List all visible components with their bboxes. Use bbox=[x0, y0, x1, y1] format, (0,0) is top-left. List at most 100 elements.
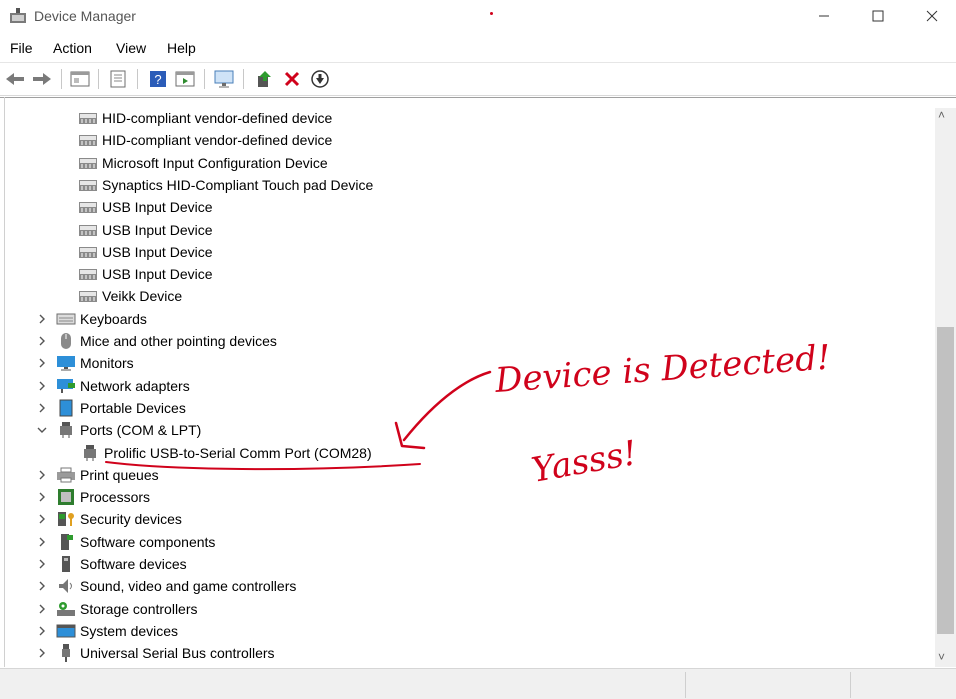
ports-icon bbox=[80, 444, 100, 462]
hid-icon bbox=[78, 109, 98, 127]
tree-category[interactable]: Security devices bbox=[56, 508, 182, 530]
close-icon bbox=[926, 10, 938, 22]
monitor-scan-icon bbox=[214, 70, 234, 88]
chevron-right-icon[interactable] bbox=[36, 313, 48, 325]
update-driver-icon bbox=[258, 71, 271, 87]
back-icon bbox=[6, 73, 24, 85]
scroll-up-icon[interactable]: ˄ bbox=[938, 108, 945, 122]
menu-view[interactable]: View bbox=[116, 40, 146, 56]
processor-icon bbox=[56, 488, 76, 506]
tree-item-hid-device[interactable]: USB Input Device bbox=[78, 241, 213, 263]
chevron-right-icon[interactable] bbox=[36, 402, 48, 414]
tree-item-label: Veikk Device bbox=[102, 288, 183, 304]
refresh-button[interactable] bbox=[108, 69, 128, 89]
tree-item-label: Print queues bbox=[80, 467, 159, 483]
printer-icon bbox=[56, 466, 76, 484]
tree-item-label: Software components bbox=[80, 534, 216, 550]
tree-item-hid-device[interactable]: USB Input Device bbox=[78, 196, 213, 218]
properties-button[interactable] bbox=[70, 69, 90, 89]
tree-category[interactable]: Software components bbox=[56, 531, 215, 553]
tree-item-label: Sound, video and game controllers bbox=[80, 578, 297, 594]
chevron-right-icon[interactable] bbox=[36, 513, 48, 525]
tree-item-label: Software devices bbox=[80, 556, 187, 572]
menu-file[interactable]: File bbox=[10, 40, 33, 56]
hid-icon bbox=[78, 287, 98, 305]
toolbar: ? bbox=[0, 62, 956, 96]
tree-category-ports[interactable]: Ports (COM & LPT) bbox=[56, 419, 201, 441]
scan-hardware-button[interactable] bbox=[214, 69, 234, 89]
tree-item-hid-device[interactable]: Veikk Device bbox=[78, 285, 182, 307]
tree-item-label: Network adapters bbox=[80, 378, 190, 394]
scrollbar-thumb[interactable] bbox=[937, 327, 954, 634]
tree-item-label: USB Input Device bbox=[102, 199, 213, 215]
sound-icon bbox=[56, 577, 76, 595]
tree-category[interactable]: Processors bbox=[56, 486, 150, 508]
disable-button[interactable] bbox=[310, 69, 330, 89]
tree-category[interactable]: Storage controllers bbox=[56, 598, 198, 620]
maximize-icon bbox=[872, 10, 884, 22]
back-button[interactable] bbox=[5, 69, 25, 89]
tree-category[interactable]: Universal Serial Bus controllers bbox=[56, 642, 275, 664]
tree-category[interactable]: Mice and other pointing devices bbox=[56, 330, 277, 352]
chevron-right-icon[interactable] bbox=[36, 647, 48, 659]
tree-item-hid-device[interactable]: USB Input Device bbox=[78, 219, 213, 241]
chevron-right-icon[interactable] bbox=[36, 491, 48, 503]
tree-item-label: USB Input Device bbox=[102, 222, 213, 238]
minimize-icon bbox=[819, 15, 829, 17]
minimize-button[interactable] bbox=[798, 0, 850, 32]
menu-action[interactable]: Action bbox=[53, 40, 92, 56]
chevron-right-icon[interactable] bbox=[36, 335, 48, 347]
tree-item-prolific-port[interactable]: Prolific USB-to-Serial Comm Port (COM28) bbox=[80, 442, 372, 464]
tree-category[interactable]: Keyboards bbox=[56, 308, 147, 330]
menu-help[interactable]: Help bbox=[167, 40, 196, 56]
chevron-right-icon[interactable] bbox=[36, 603, 48, 615]
tree-category[interactable]: Sound, video and game controllers bbox=[56, 575, 296, 597]
chevron-right-icon[interactable] bbox=[36, 469, 48, 481]
tree-item-label: USB Input Device bbox=[102, 244, 213, 260]
tree-item-label: Keyboards bbox=[80, 311, 147, 327]
tree-item-label: Monitors bbox=[80, 355, 134, 371]
device-manager-icon bbox=[10, 8, 26, 23]
tree-category[interactable]: Print queues bbox=[56, 464, 159, 486]
help-icon: ? bbox=[150, 71, 166, 87]
tree-item-label: Storage controllers bbox=[80, 601, 198, 617]
maximize-button[interactable] bbox=[852, 0, 904, 32]
help-button[interactable]: ? bbox=[148, 69, 168, 89]
scroll-down-icon[interactable]: ˅ bbox=[938, 650, 945, 664]
tree-item-label: Ports (COM & LPT) bbox=[80, 422, 202, 438]
refresh-icon bbox=[110, 70, 126, 88]
properties-icon bbox=[70, 71, 90, 87]
update-driver-button[interactable] bbox=[254, 69, 274, 89]
svg-text:?: ? bbox=[154, 72, 161, 87]
tree-item-label: HID-compliant vendor-defined device bbox=[102, 110, 333, 126]
tree-item-label: Prolific USB-to-Serial Comm Port (COM28) bbox=[104, 445, 372, 461]
menu-bar: File Action View Help bbox=[0, 36, 956, 62]
window-title: Device Manager bbox=[34, 8, 136, 24]
uninstall-button[interactable] bbox=[282, 69, 302, 89]
system-icon bbox=[56, 622, 76, 640]
forward-button[interactable] bbox=[32, 69, 52, 89]
chevron-right-icon[interactable] bbox=[36, 580, 48, 592]
tree-category[interactable]: System devices bbox=[56, 620, 178, 642]
close-button[interactable] bbox=[906, 0, 956, 32]
chevron-right-icon[interactable] bbox=[36, 536, 48, 548]
mouse-icon bbox=[56, 332, 76, 350]
storage-icon bbox=[56, 600, 76, 618]
tree-item-hid-device[interactable]: Synaptics HID-Compliant Touch pad Device bbox=[78, 174, 373, 196]
chevron-right-icon[interactable] bbox=[36, 380, 48, 392]
chevron-down-icon[interactable] bbox=[36, 424, 48, 436]
chevron-right-icon[interactable] bbox=[36, 558, 48, 570]
view-button[interactable] bbox=[175, 69, 195, 89]
tree-category[interactable]: Network adapters bbox=[56, 375, 190, 397]
tree-item-hid-device[interactable]: Microsoft Input Configuration Device bbox=[78, 152, 328, 174]
tree-item-label: USB Input Device bbox=[102, 266, 213, 282]
tree-category[interactable]: Portable Devices bbox=[56, 397, 186, 419]
chevron-right-icon[interactable] bbox=[36, 357, 48, 369]
tree-category[interactable]: Monitors bbox=[56, 352, 134, 374]
tree-category[interactable]: Software devices bbox=[56, 553, 187, 575]
tree-item-hid-device[interactable]: HID-compliant vendor-defined device bbox=[78, 129, 332, 151]
tree-item-hid-device[interactable]: HID-compliant vendor-defined device bbox=[78, 107, 332, 129]
forward-icon bbox=[33, 73, 51, 85]
tree-item-hid-device[interactable]: USB Input Device bbox=[78, 263, 213, 285]
chevron-right-icon[interactable] bbox=[36, 625, 48, 637]
